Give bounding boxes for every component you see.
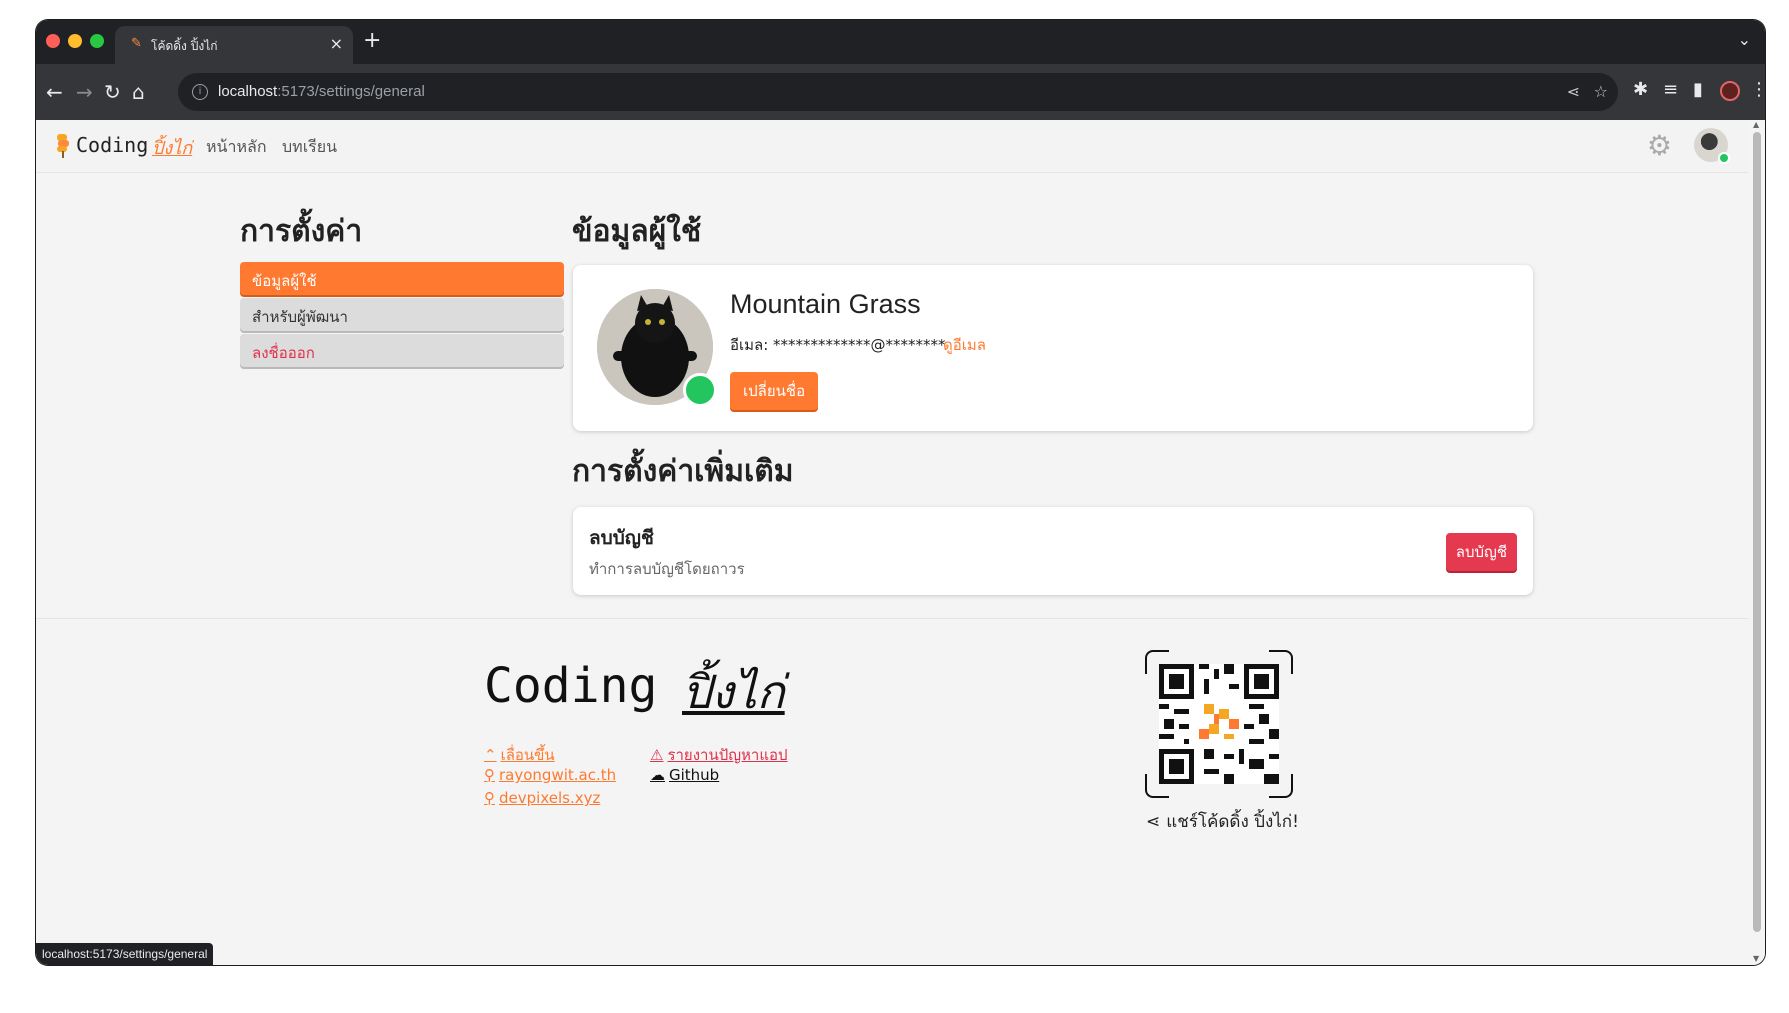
github-icon: ☁ bbox=[650, 766, 665, 784]
site-logo-accent[interactable]: ปิ้งไก่ bbox=[152, 133, 192, 162]
delete-account-card: ลบบัญชี ทำการลบบัญชีโดยถาวร ลบบัญชี bbox=[573, 507, 1533, 595]
delete-account-description: ทำการลบบัญชีโดยถาวร bbox=[589, 560, 745, 578]
profile-card: Mountain Grass อีเมล: *************@****… bbox=[573, 265, 1533, 431]
browser-window: ✎ โค้ดดิ้ง ปิ้งไก่ × + ⌄ ← → ↻ ⌂ i local… bbox=[36, 20, 1765, 965]
status-url-bar: localhost:5173/settings/general bbox=[36, 943, 214, 965]
profile-name: Mountain Grass bbox=[730, 289, 921, 319]
side-panel-icon[interactable]: ▮ bbox=[1693, 79, 1703, 100]
media-icon[interactable]: ≡ bbox=[1663, 79, 1678, 100]
devpixels-link[interactable]: ⚲ devpixels.xyz bbox=[484, 789, 600, 807]
reload-icon[interactable]: ↻ bbox=[104, 80, 121, 104]
info-icon[interactable]: i bbox=[192, 84, 208, 100]
share-button[interactable]: ⋖ แชร์โค้ดดิ้ง ปิ้งไก่! bbox=[1146, 808, 1299, 835]
browser-toolbar: ← → ↻ ⌂ i localhost:5173/settings/genera… bbox=[36, 64, 1765, 120]
profile-online-status bbox=[683, 373, 717, 407]
scroll-up-arrow-icon[interactable]: ▲ bbox=[1753, 120, 1759, 129]
new-tab-icon[interactable]: + bbox=[363, 28, 381, 53]
settings-heading: การตั้งค่า bbox=[240, 214, 363, 249]
delete-account-title: ลบบัญชี bbox=[589, 527, 654, 549]
close-window-button[interactable] bbox=[46, 34, 60, 48]
qr-code-icon bbox=[1159, 664, 1279, 784]
share-icon[interactable]: ⋖ bbox=[1567, 82, 1580, 101]
sidebar-item-developer[interactable]: สำหรับผู้พัฒนา bbox=[240, 298, 564, 331]
report-issue-label: รายงานปัญหาแอป bbox=[667, 746, 788, 764]
link-icon: ⚲ bbox=[484, 789, 495, 807]
more-settings-heading: การตั้งค่าเพิ่มเติม bbox=[572, 454, 794, 489]
address-bar[interactable]: i localhost:5173/settings/general ⋖ ☆ bbox=[178, 73, 1618, 111]
browser-tab[interactable]: ✎ โค้ดดิ้ง ปิ้งไก่ × bbox=[115, 26, 353, 64]
devpixels-label: devpixels.xyz bbox=[499, 789, 601, 807]
maximize-window-button[interactable] bbox=[90, 34, 104, 48]
extensions-icon[interactable]: ✱ bbox=[1633, 79, 1648, 100]
tab-title: โค้ดดิ้ง ปิ้งไก่ bbox=[151, 39, 218, 53]
link-icon: ⚲ bbox=[484, 766, 495, 784]
site-navbar: Coding ปิ้งไก่ หน้าหลัก บทเรียน ⚙ bbox=[36, 120, 1748, 173]
github-label: Github bbox=[669, 766, 720, 784]
user-info-heading: ข้อมูลผู้ใช้ bbox=[572, 214, 702, 249]
share-label: แชร์โค้ดดิ้ง ปิ้งไก่! bbox=[1166, 812, 1299, 832]
footer-logo-text: Coding bbox=[484, 658, 658, 714]
url-path: :5173/settings/general bbox=[277, 83, 425, 100]
delete-account-button[interactable]: ลบบัญชี bbox=[1445, 533, 1517, 571]
tab-strip: ✎ โค้ดดิ้ง ปิ้งไก่ × + ⌄ bbox=[36, 20, 1765, 64]
footer-logo-accent: ปิ้งไก่ bbox=[682, 665, 785, 719]
browser-profile-icon[interactable] bbox=[1720, 81, 1740, 101]
skewer-logo-icon[interactable] bbox=[54, 132, 72, 158]
warning-icon: ⚠ bbox=[650, 746, 664, 764]
scroll-thumb[interactable] bbox=[1753, 132, 1761, 932]
qr-code-frame bbox=[1145, 650, 1293, 798]
web-page: Coding ปิ้งไก่ หน้าหลัก บทเรียน ⚙ การตั้… bbox=[36, 120, 1748, 965]
share-icon: ⋖ bbox=[1146, 812, 1161, 832]
site-logo-text[interactable]: Coding bbox=[76, 133, 148, 157]
sidebar-item-user-info[interactable]: ข้อมูลผู้ใช้ bbox=[240, 262, 564, 295]
sidebar-item-logout[interactable]: ลงชื่อออก bbox=[240, 334, 564, 367]
star-icon[interactable]: ☆ bbox=[1594, 82, 1608, 101]
rayongwit-label: rayongwit.ac.th bbox=[499, 766, 617, 784]
scroll-down-arrow-icon[interactable]: ▼ bbox=[1753, 954, 1759, 963]
forward-arrow-icon[interactable]: → bbox=[76, 80, 93, 104]
profile-email: อีเมล: *************@******** bbox=[730, 336, 946, 354]
nav-link-home[interactable]: หน้าหลัก bbox=[206, 135, 267, 160]
chevron-down-icon[interactable]: ⌄ bbox=[1738, 30, 1751, 49]
nav-link-lessons[interactable]: บทเรียน bbox=[282, 135, 337, 160]
github-link[interactable]: ☁ Github bbox=[650, 766, 719, 784]
report-issue-link[interactable]: ⚠ รายงานปัญหาแอป bbox=[650, 743, 788, 767]
close-tab-icon[interactable]: × bbox=[330, 34, 343, 53]
more-menu-icon[interactable]: ⋮ bbox=[1750, 79, 1765, 100]
page-scrollbar[interactable]: ▲ ▼ bbox=[1748, 120, 1765, 965]
minimize-window-button[interactable] bbox=[68, 34, 82, 48]
chevrons-up-icon: ⌃ bbox=[484, 746, 497, 764]
rayongwit-link[interactable]: ⚲ rayongwit.ac.th bbox=[484, 766, 616, 784]
footer-divider bbox=[36, 618, 1748, 619]
url-host: localhost bbox=[218, 83, 278, 100]
scroll-up-label: เลื่อนขึ้น bbox=[500, 746, 555, 764]
scroll-up-link[interactable]: ⌃ เลื่อนขึ้น bbox=[484, 743, 555, 767]
gear-icon[interactable]: ⚙ bbox=[1647, 129, 1672, 162]
url-text: localhost:5173/settings/general bbox=[218, 83, 425, 100]
home-icon[interactable]: ⌂ bbox=[132, 80, 145, 104]
online-status-dot bbox=[1718, 152, 1730, 164]
back-arrow-icon[interactable]: ← bbox=[46, 80, 63, 104]
rename-button[interactable]: เปลี่ยนชื่อ bbox=[730, 372, 819, 410]
show-email-link[interactable]: ดูอีเมล bbox=[943, 333, 986, 357]
skewer-icon: ✎ bbox=[131, 36, 142, 51]
